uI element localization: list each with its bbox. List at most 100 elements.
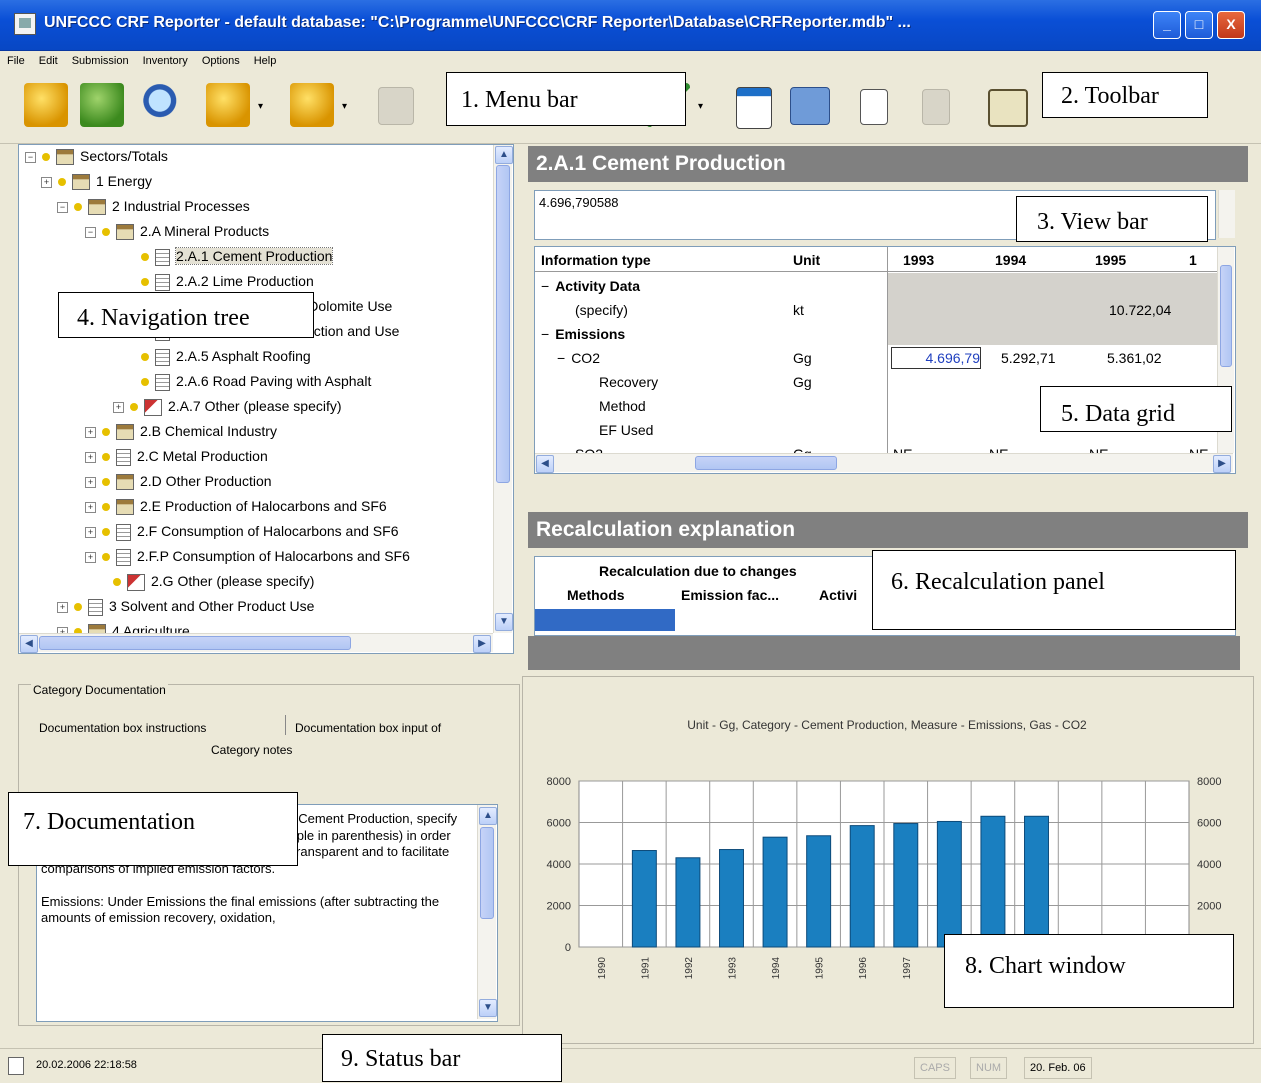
tree-item[interactable]: 2.A.6 Road Paving with Asphalt [141,370,371,392]
collapse-toggle-icon[interactable]: − [541,278,549,294]
help-book-icon[interactable] [988,89,1028,127]
page-icon [155,373,170,391]
y-tick-label-left: 2000 [547,901,571,913]
scroll-down-icon[interactable]: ▼ [479,999,497,1017]
menu-edit[interactable]: Edit [32,51,65,67]
chevron-down-icon[interactable]: ▾ [258,101,263,112]
tree-horizontal-scrollbar[interactable]: ◀ ▶ [19,633,493,653]
copy-icon[interactable] [860,89,888,125]
scroll-thumb[interactable] [695,456,837,470]
column-header[interactable]: 1994 [995,249,1026,271]
scroll-thumb[interactable] [480,827,494,919]
tree-item[interactable]: +2.E Production of Halocarbons and SF6 [85,495,387,517]
paste-icon[interactable] [922,89,950,125]
scroll-right-icon[interactable]: ▶ [473,635,491,653]
grid-row-label: (specify) [575,302,628,318]
expand-toggle-icon[interactable]: + [85,551,96,563]
grid-cell[interactable]: 5.361,02 [1107,347,1162,369]
bar [675,857,701,948]
selected-cell[interactable] [535,609,675,631]
tree-item[interactable]: +2.D Other Production [85,470,272,492]
tree-item[interactable]: +3 Solvent and Other Product Use [57,595,314,617]
expand-toggle-icon[interactable]: + [85,451,96,463]
tree-item[interactable]: 2.A.5 Asphalt Roofing [141,345,311,367]
tree-item[interactable]: − Sectors/Totals [25,145,168,167]
tree-item[interactable]: +2.B Chemical Industry [85,420,277,442]
database-check-icon[interactable] [206,83,250,127]
column-header[interactable]: Information type [541,249,651,271]
collapse-toggle-icon[interactable]: − [541,326,549,342]
expand-toggle-icon[interactable]: + [41,176,52,188]
expand-toggle-icon[interactable]: − [25,151,36,163]
minimize-button[interactable]: _ [1153,11,1181,39]
grid-cell[interactable]: 5.292,71 [1001,347,1056,369]
data-grid[interactable]: Information type Unit 1993 1994 1995 1 −… [534,246,1236,474]
y-tick-label-right: 2000 [1197,901,1221,913]
tree-vertical-scrollbar[interactable]: ▲ ▼ [493,145,513,633]
grid-cell[interactable]: 10.722,04 [1109,299,1171,321]
column-header[interactable]: 1 [1189,249,1197,271]
edit-icon[interactable] [378,87,414,125]
expand-toggle-icon[interactable]: + [113,401,124,413]
scroll-thumb[interactable] [39,636,351,650]
app-icon[interactable] [14,13,36,35]
scroll-thumb[interactable] [1220,265,1232,367]
tree-item[interactable]: 2.A.2 Lime Production [141,270,314,292]
view-value: 4.696,790588 [539,195,619,210]
viewbar-scrollbar[interactable] [1218,190,1235,238]
menu-submission[interactable]: Submission [65,51,136,67]
expand-toggle-icon[interactable]: − [85,226,96,238]
expand-toggle-icon[interactable]: + [85,426,96,438]
maximize-button[interactable]: □ [1185,11,1213,39]
close-button[interactable]: X [1217,11,1245,39]
column-header[interactable]: Emission fac... [681,587,779,603]
tree-item[interactable]: +1 Energy [41,170,152,192]
scroll-thumb[interactable] [496,165,510,483]
chevron-down-icon[interactable]: ▾ [342,101,347,112]
scroll-up-icon[interactable]: ▲ [479,807,497,825]
tree-item-selected[interactable]: 2.A.1 Cement Production [141,245,334,267]
navigation-tree[interactable]: − Sectors/Totals +1 Energy − 2 Industrial … [18,144,514,654]
column-header[interactable]: Activi [819,587,857,603]
column-header[interactable]: Methods [567,587,625,603]
grid-cell-selected[interactable]: 4.696,79 [891,347,981,369]
tab-instructions[interactable]: Documentation box instructions [39,721,206,735]
tree-item[interactable]: +2.F Consumption of Halocarbons and SF6 [85,520,398,542]
expand-toggle-icon[interactable]: + [85,501,96,513]
expand-toggle-icon[interactable]: − [57,201,68,213]
tree-item[interactable]: 2.G Other (please specify) [113,570,314,592]
database-icon[interactable] [24,83,68,127]
menu-file[interactable]: File [0,51,32,67]
database-green-icon[interactable] [80,83,124,127]
tree-item[interactable]: +2.F.P Consumption of Halocarbons and SF… [85,545,410,567]
tree-item[interactable]: +2.C Metal Production [85,445,268,467]
calendar-icon[interactable] [736,87,772,129]
menu-options[interactable]: Options [195,51,247,67]
scroll-left-icon[interactable]: ◀ [20,635,38,653]
tree-item[interactable]: − 2.A Mineral Products [85,220,269,242]
expand-toggle-icon[interactable]: + [85,476,96,488]
search-icon[interactable] [140,83,184,127]
scroll-left-icon[interactable]: ◀ [536,455,554,473]
tab-input[interactable]: Documentation box input of [295,721,441,735]
scroll-right-icon[interactable]: ▶ [1213,455,1231,473]
windows-icon[interactable] [790,87,830,125]
grid-horizontal-scrollbar[interactable]: ◀ ▶ [535,453,1233,473]
tree-item[interactable]: − 2 Industrial Processes [57,195,250,217]
expand-toggle-icon[interactable]: + [57,601,68,613]
chevron-down-icon[interactable]: ▾ [698,101,703,112]
doc-scrollbar[interactable]: ▲ ▼ [477,805,497,1019]
database-settings-icon[interactable] [290,83,334,127]
scroll-down-icon[interactable]: ▼ [495,613,513,631]
scroll-up-icon[interactable]: ▲ [495,146,513,164]
tree-item[interactable]: +2.A.7 Other (please specify) [113,395,342,417]
column-header[interactable]: 1995 [1095,249,1126,271]
expand-toggle-icon[interactable]: + [85,526,96,538]
menu-inventory[interactable]: Inventory [136,51,195,67]
column-header[interactable]: 1993 [903,249,934,271]
status-dot-icon [141,278,149,287]
menu-help[interactable]: Help [247,51,284,67]
column-header[interactable]: Unit [793,249,820,271]
collapse-toggle-icon[interactable]: − [557,350,565,366]
status-dot-icon [102,228,110,237]
